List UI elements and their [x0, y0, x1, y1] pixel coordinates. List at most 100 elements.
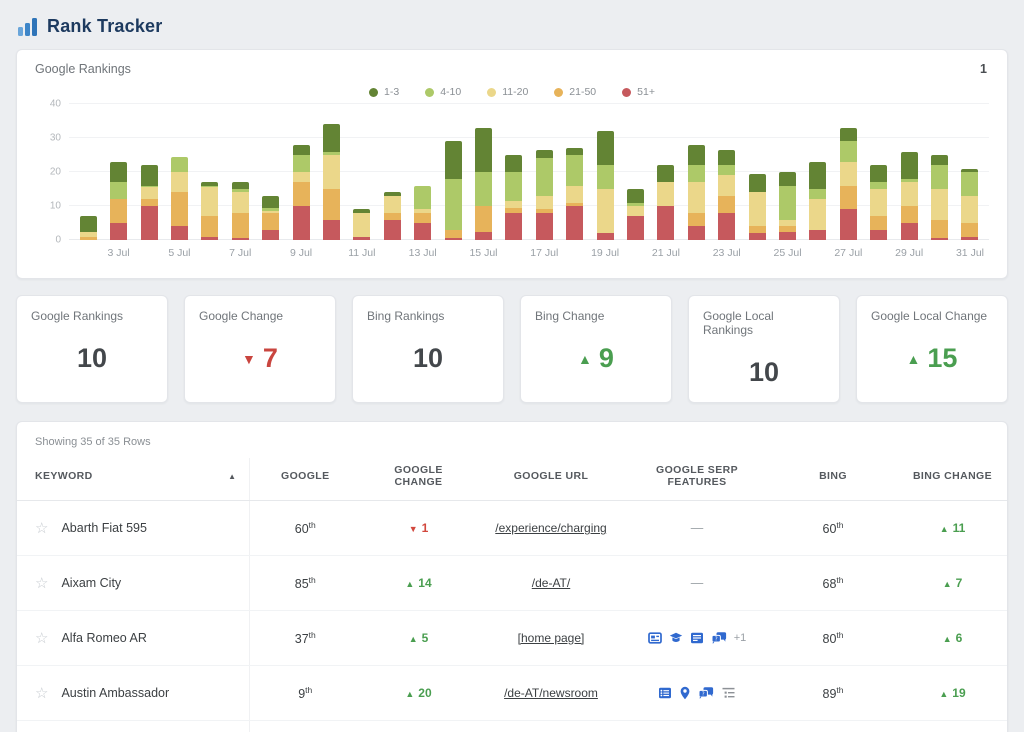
chart-bar-8-jul[interactable]: [255, 104, 285, 264]
stat-label: Google Rankings: [31, 309, 153, 323]
chart-bar-6-jul[interactable]: [195, 104, 225, 264]
bar-segment-1-3: [688, 145, 705, 165]
chart-bar-29-jul[interactable]: 29 Jul: [894, 104, 924, 264]
chart-bar-22-jul[interactable]: [681, 104, 711, 264]
rich-list-icon[interactable]: [658, 686, 672, 700]
chart-title: Google Rankings: [35, 62, 131, 76]
stat-card-google-rankings: Google Rankings10: [16, 295, 168, 403]
bar-stack: [384, 192, 401, 240]
change-value: ▲5: [409, 631, 429, 645]
chart-bar-17-jul[interactable]: 17 Jul: [529, 104, 559, 264]
chart-legend: 1-3 4-10 11-20 21-50 51+: [35, 86, 989, 98]
bar-stack: [445, 141, 462, 240]
chart-bar-9-jul[interactable]: 9 Jul: [286, 104, 316, 264]
column-header-google-serp-features[interactable]: GOOGLE SERP FEATURES: [626, 458, 768, 501]
sitelinks-icon[interactable]: [721, 686, 736, 700]
column-header-bing[interactable]: BING: [768, 458, 898, 501]
legend-item-11-20[interactable]: 11-20: [487, 86, 528, 98]
google-url-link[interactable]: /experience/charging: [495, 521, 606, 535]
bing-rank-cell: 68th: [768, 556, 898, 611]
column-header-google-url[interactable]: GOOGLE URL: [476, 458, 626, 501]
chart-bar-7-jul[interactable]: 7 Jul: [225, 104, 255, 264]
svg-text:?: ?: [714, 636, 717, 642]
bar-segment-11-20: [505, 201, 522, 208]
chart-bar-27-jul[interactable]: 27 Jul: [833, 104, 863, 264]
chart-bar-21-jul[interactable]: 21 Jul: [651, 104, 681, 264]
chart-bar-10-jul[interactable]: [316, 104, 346, 264]
stat-value: ▲9: [535, 343, 657, 374]
google-url-link[interactable]: [home page]: [518, 631, 585, 645]
favorite-star-icon[interactable]: ☆: [35, 574, 48, 592]
legend-item-51+[interactable]: 51+: [622, 86, 655, 98]
chart-bar-14-jul[interactable]: [438, 104, 468, 264]
chart-bar-3-jul[interactable]: 3 Jul: [103, 104, 133, 264]
bar-stack: [536, 150, 553, 240]
table-row: ☆Alfa Romeo AR37th▲5[home page]?+180th▲6: [17, 611, 1007, 666]
chart-bar-23-jul[interactable]: 23 Jul: [712, 104, 742, 264]
column-header-keyword[interactable]: KEYWORD▲: [17, 458, 249, 501]
chart-bar-25-jul[interactable]: 25 Jul: [772, 104, 802, 264]
chart-bar-28-jul[interactable]: [864, 104, 894, 264]
column-header-google-change[interactable]: GOOGLE CHANGE: [361, 458, 476, 501]
keyword-cell: ☆Aixam City: [17, 556, 249, 611]
chart-bar-15-jul[interactable]: 15 Jul: [468, 104, 498, 264]
keyword-cell: ☆Abarth Fiat 595: [17, 501, 249, 556]
column-header-bing-change[interactable]: BING CHANGE: [898, 458, 1007, 501]
table-row-partial: [17, 721, 1007, 732]
up-arrow-icon: ▲: [409, 634, 418, 644]
chart-bar-30-jul[interactable]: [924, 104, 954, 264]
google-rank-cell: 37th: [249, 611, 361, 666]
chart-plot: 010203040 3 Jul5 Jul7 Jul9 Jul11 Jul13 J…: [35, 104, 989, 264]
chart-bar-16-jul[interactable]: [499, 104, 529, 264]
chart-bar-11-jul[interactable]: 11 Jul: [347, 104, 377, 264]
google-url-link[interactable]: /de-AT/newsroom: [504, 686, 598, 700]
bar-segment-21-50: [870, 216, 887, 230]
chart-bar-20-jul[interactable]: [620, 104, 650, 264]
bar-segment-51+: [323, 220, 340, 240]
serp-features-cell: ?: [626, 666, 768, 721]
column-header-google[interactable]: GOOGLE: [249, 458, 361, 501]
top-stories-icon[interactable]: [648, 631, 662, 645]
chart-bar-18-jul[interactable]: [560, 104, 590, 264]
chart-bar-24-jul[interactable]: [742, 104, 772, 264]
chart-bar-26-jul[interactable]: [803, 104, 833, 264]
bar-segment-4-10: [536, 158, 553, 195]
legend-item-4-10[interactable]: 4-10: [425, 86, 461, 98]
chart-bar-12-jul[interactable]: [377, 104, 407, 264]
chart-bar-19-jul[interactable]: 19 Jul: [590, 104, 620, 264]
chart-bar-5-jul[interactable]: 5 Jul: [164, 104, 194, 264]
bar-segment-51+: [749, 233, 766, 240]
plot-area: 3 Jul 5 Jul 7 Jul 9 Jul 11 Jul 13 Jul 15 Jul 17…: [69, 104, 989, 264]
google-url-link[interactable]: /de-AT/: [532, 576, 570, 590]
bar-segment-4-10: [688, 165, 705, 182]
bing-change-cell: ▲6: [898, 611, 1007, 666]
favorite-star-icon[interactable]: ☆: [35, 684, 48, 702]
chart-bar-4-jul[interactable]: [134, 104, 164, 264]
bing-change-cell: ▲19: [898, 666, 1007, 721]
chart-bar-13-jul[interactable]: 13 Jul: [407, 104, 437, 264]
legend-dot-icon: [622, 88, 631, 97]
serp-features-icons: ? +1: [626, 631, 768, 645]
column-label: BING CHANGE: [913, 470, 992, 482]
bar-segment-21-50: [475, 206, 492, 232]
chart-bar-2-jul[interactable]: [73, 104, 103, 264]
people-also-ask-icon[interactable]: ?: [711, 631, 727, 645]
knowledge-graph-icon[interactable]: [669, 631, 683, 645]
favorite-star-icon[interactable]: ☆: [35, 629, 48, 647]
page-title: Rank Tracker: [47, 16, 162, 37]
legend-item-21-50[interactable]: 21-50: [554, 86, 596, 98]
serp-features-extra-count[interactable]: +1: [734, 632, 747, 644]
bar-stack: [566, 148, 583, 240]
local-pack-icon[interactable]: [679, 686, 691, 700]
favorite-star-icon[interactable]: ☆: [35, 519, 48, 537]
legend-label: 1-3: [384, 86, 399, 98]
stat-card-google-local-rankings: Google Local Rankings10: [688, 295, 840, 403]
up-arrow-icon: ▲: [940, 524, 949, 534]
bar-segment-21-50: [110, 199, 127, 223]
people-also-ask-icon[interactable]: ?: [698, 686, 714, 700]
bar-stack: [688, 145, 705, 240]
bar-segment-1-3: [323, 124, 340, 151]
chart-bar-31-jul[interactable]: 31 Jul: [955, 104, 985, 264]
featured-snippet-icon[interactable]: [690, 631, 704, 645]
legend-item-1-3[interactable]: 1-3: [369, 86, 399, 98]
